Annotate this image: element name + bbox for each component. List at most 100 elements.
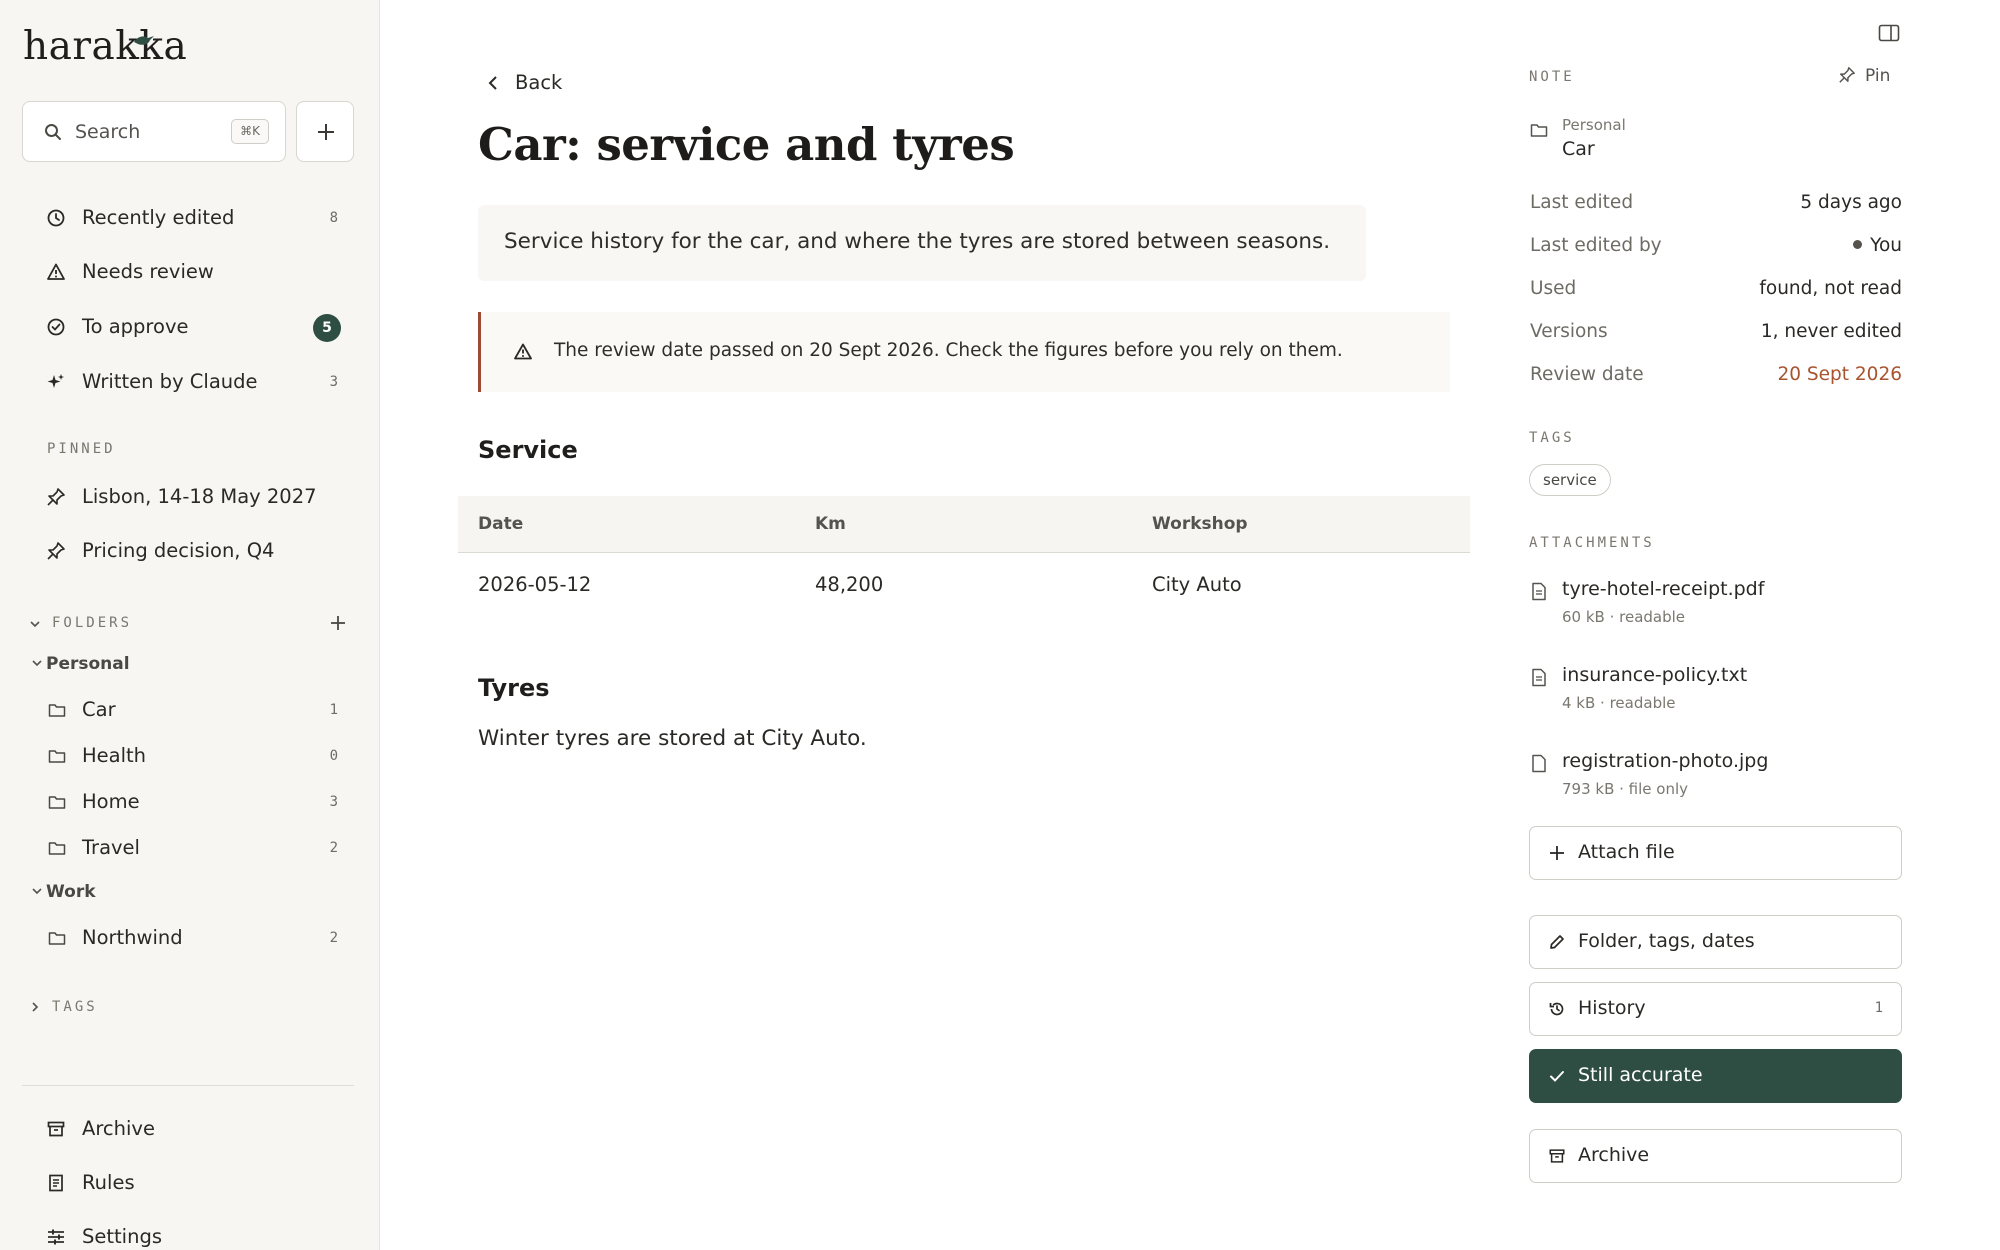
warning-icon (514, 343, 532, 360)
nav-label: Rules (82, 1171, 135, 1194)
button-label: History (1578, 997, 1646, 1019)
chevron-down-icon (32, 660, 42, 667)
meta-key: Versions (1530, 321, 1608, 342)
chevron-left-icon (488, 76, 497, 90)
meta-last-edited-by: Last edited by You (1530, 235, 1902, 265)
chevron-down-icon (32, 888, 42, 895)
nav-to-approve[interactable]: To approve 5 (22, 305, 354, 349)
add-folder-icon[interactable] (328, 613, 348, 633)
folder-northwind[interactable]: Northwind 2 (22, 918, 354, 958)
folder-count: 2 (329, 840, 338, 856)
search-shortcut: ⌘K (231, 119, 269, 144)
column-header: Date (478, 514, 524, 534)
nav-recently-edited[interactable]: Recently edited 8 (22, 196, 354, 240)
edit-metadata-button[interactable]: Folder, tags, dates (1529, 915, 1902, 969)
meta-value: 1, never edited (1760, 321, 1902, 342)
folder-label: Health (82, 744, 147, 767)
archive-icon (1549, 1149, 1565, 1163)
pinned-label: PINNED (47, 441, 116, 457)
button-label: Still accurate (1578, 1064, 1703, 1086)
table-row: 2026-05-12 48,200 City Auto (458, 553, 1470, 617)
nav-settings[interactable]: Settings (22, 1215, 354, 1250)
panel-toggle-icon[interactable] (1878, 24, 1900, 42)
attachment-info: 4 kB · readable (1562, 694, 1676, 712)
app-logo[interactable]: harakka (23, 24, 187, 69)
archive-note-button[interactable]: Archive (1529, 1129, 1902, 1183)
folder-label: Northwind (82, 926, 183, 949)
attachment-name: tyre-hotel-receipt.pdf (1562, 578, 1765, 600)
search-input[interactable]: Search ⌘K (22, 101, 286, 162)
sidebar: harakka Search ⌘K Recently edited 8 Need (0, 0, 380, 1250)
button-label: Attach file (1578, 841, 1675, 863)
meta-key: Last edited by (1530, 235, 1662, 256)
meta-key: Review date (1530, 364, 1644, 385)
folder-icon (48, 704, 66, 717)
still-accurate-button[interactable]: Still accurate (1529, 1049, 1902, 1103)
history-icon (1549, 1002, 1564, 1016)
tyres-text: Winter tyres are stored at City Auto. (478, 726, 867, 751)
nav-count: 3 (329, 374, 338, 390)
pinned-label-text: Lisbon, 14-18 May 2027 (82, 485, 317, 508)
meta-value: You (1870, 235, 1902, 256)
table-cell: 48,200 (815, 573, 884, 596)
nav-written-by-claude[interactable]: Written by Claude 3 (22, 360, 354, 404)
nav-label: Needs review (82, 260, 214, 283)
note-section-label: NOTE (1529, 69, 1575, 85)
table-header: Date Km Workshop (458, 496, 1470, 553)
pinned-item[interactable]: Pricing decision, Q4 (22, 529, 354, 573)
document-icon (49, 1174, 63, 1192)
tag-chip[interactable]: service (1529, 464, 1611, 496)
chevron-down-icon[interactable] (29, 618, 41, 630)
attachment-name: insurance-policy.txt (1562, 664, 1748, 686)
check-circle-icon (47, 318, 65, 336)
plus-icon (318, 124, 334, 140)
file-text-icon (1532, 668, 1546, 687)
nav-label: Settings (82, 1225, 162, 1248)
sparkle-icon (47, 374, 64, 388)
sliders-icon (48, 1229, 64, 1245)
file-text-icon (1532, 582, 1546, 601)
attachments-label: ATTACHMENTS (1529, 535, 1655, 551)
file-icon (1532, 754, 1546, 773)
new-note-button[interactable] (296, 101, 354, 162)
pin-button[interactable]: Pin (1838, 66, 1890, 88)
folder-car[interactable]: Car 1 (22, 690, 354, 730)
folder-icon (48, 750, 66, 763)
review-warning-banner: The review date passed on 20 Sept 2026. … (478, 312, 1450, 392)
attach-file-button[interactable]: Attach file (1529, 826, 1902, 880)
pinned-item[interactable]: Lisbon, 14-18 May 2027 (22, 475, 354, 519)
folder-icon (48, 796, 66, 809)
folder-group-work[interactable]: Work (30, 882, 96, 902)
approve-count-badge: 5 (313, 314, 341, 342)
folder-count: 2 (329, 930, 338, 946)
folder-home[interactable]: Home 3 (22, 782, 354, 822)
folder-name: Car (1562, 138, 1595, 160)
nav-archive[interactable]: Archive (22, 1107, 354, 1151)
meta-value: 5 days ago (1800, 192, 1902, 213)
nav-rules[interactable]: Rules (22, 1161, 354, 1205)
meta-value-wrap: You (1853, 235, 1902, 256)
folder-label: Travel (82, 836, 140, 859)
meta-last-edited: Last edited 5 days ago (1530, 192, 1902, 222)
folder-travel[interactable]: Travel 2 (22, 828, 354, 868)
pin-icon (1839, 67, 1855, 83)
attachment-info: 793 kB · file only (1562, 780, 1689, 798)
check-icon (1550, 1071, 1564, 1082)
nav-needs-review[interactable]: Needs review (22, 250, 354, 294)
back-label: Back (515, 71, 563, 94)
chevron-right-icon[interactable] (29, 1001, 41, 1013)
meta-versions: Versions 1, never edited (1530, 321, 1902, 351)
nav-label: Written by Claude (82, 370, 258, 393)
attachment-name: registration-photo.jpg (1562, 750, 1769, 772)
folder-group-personal[interactable]: Personal (30, 654, 130, 674)
pin-icon (47, 542, 65, 560)
nav-label: Archive (82, 1117, 155, 1140)
folder-count: 3 (329, 794, 338, 810)
warning-icon (47, 263, 65, 280)
folder-count: 0 (329, 748, 338, 764)
user-dot-icon (1853, 240, 1863, 249)
folder-group-label: Work (46, 882, 96, 902)
archive-icon (47, 1121, 65, 1137)
history-button[interactable]: History 1 (1529, 982, 1902, 1036)
folder-health[interactable]: Health 0 (22, 736, 354, 776)
